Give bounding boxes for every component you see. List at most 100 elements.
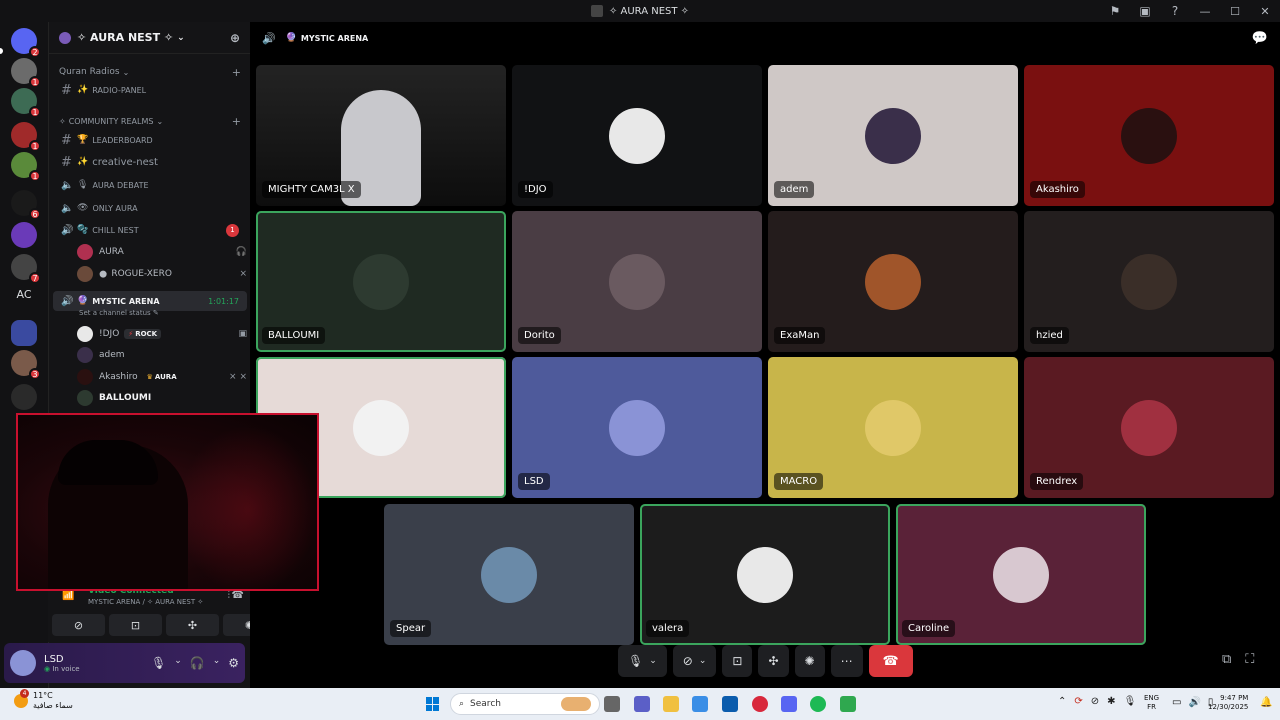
participant-tile[interactable]: ExaMan <box>768 211 1018 352</box>
server-icon[interactable]: 1 <box>11 58 41 88</box>
app-icon[interactable] <box>840 696 856 712</box>
participant-tile[interactable]: Akashiro <box>1024 65 1274 206</box>
disconnect-button[interactable]: ☎ <box>868 645 913 677</box>
more-options-button[interactable]: ⋯ <box>830 645 863 677</box>
tray-app-icon[interactable]: ⟳ <box>1074 696 1082 707</box>
teams-icon[interactable] <box>634 696 650 712</box>
server-icon[interactable]: 1 <box>11 152 41 182</box>
server-icon[interactable]: 6 <box>11 190 41 220</box>
input-language[interactable]: ENG FR <box>1144 694 1159 712</box>
camera-toggle[interactable]: ⊘ ⌄ <box>672 645 717 677</box>
close-button[interactable]: ✕ <box>1250 0 1280 22</box>
channel-aura-debate[interactable]: 🔈 🎙 AURA DEBATE <box>53 175 247 195</box>
participant-tile[interactable]: LSD <box>512 357 762 498</box>
start-button[interactable] <box>426 697 440 711</box>
participant-tile[interactable]: valera <box>640 504 890 645</box>
voice-user[interactable]: Akashiro ♛ AURA ⨯ ⨯ <box>77 367 247 387</box>
channel-radio-panel[interactable]: # ✨ RADIO-PANEL <box>53 80 247 100</box>
participant-name: hzied <box>1030 327 1069 344</box>
voice-user[interactable]: !DJO ⚡ ROCK ▣ <box>77 324 247 344</box>
task-view-icon[interactable] <box>604 696 620 712</box>
copilot-icon[interactable] <box>692 696 708 712</box>
category-community-realms[interactable]: ✧ COMMUNITY REALMS ⌄ + <box>49 114 251 128</box>
activities-button[interactable]: ✣ <box>166 614 219 636</box>
weather-widget[interactable]: 4 11°C سماء صافية <box>14 689 73 711</box>
participant-tile[interactable]: MACRO <box>768 357 1018 498</box>
participant-tile[interactable]: adem <box>768 65 1018 206</box>
server-acronym[interactable]: AC <box>11 288 37 308</box>
tray-app-icon[interactable]: ⊘ <box>1091 696 1099 707</box>
channel-mystic-arena[interactable]: 🔊 🔮 MYSTIC ARENA 1:01:17 <box>53 291 247 311</box>
avatar[interactable] <box>10 650 36 676</box>
taskbar-search[interactable]: ⌕ Search <box>450 693 600 715</box>
participant-name-label: ExaMan <box>780 330 820 341</box>
maximize-button[interactable]: ☐ <box>1220 0 1250 22</box>
voice-user[interactable]: adem <box>77 345 247 365</box>
add-channel-icon[interactable]: + <box>232 115 241 128</box>
volume-icon: 🔊 <box>1188 697 1201 708</box>
chat-bubble-icon[interactable]: 💬 <box>1252 31 1268 46</box>
voice-user[interactable]: 🌑 ROGUE-XERO ⨯ <box>77 264 247 284</box>
camera-off-button[interactable]: ⊘ <box>52 614 105 636</box>
channel-leaderboard[interactable]: # 🏆 LEADERBOARD <box>53 130 247 150</box>
chevron-down-icon[interactable]: ⌄ <box>174 656 182 670</box>
participant-tile[interactable]: Spear <box>384 504 634 645</box>
participant-tile[interactable]: Dorito <box>512 211 762 352</box>
participant-tile[interactable]: Caroline <box>896 504 1146 645</box>
minimize-button[interactable]: — <box>1190 0 1220 22</box>
avatar <box>77 326 93 342</box>
participant-tile[interactable]: MIGHTY CAM3L X <box>256 65 506 206</box>
add-channel-icon[interactable]: + <box>232 66 241 79</box>
invite-people-icon[interactable]: ⊕ <box>230 31 240 45</box>
voice-user-name: AURA <box>99 247 124 257</box>
server-icon-discord[interactable]: 2 <box>11 28 41 58</box>
clock[interactable]: 9:47 PM 12/30/2025 <box>1208 694 1248 712</box>
discord-taskbar-icon[interactable] <box>781 696 797 712</box>
disconnect-icon[interactable]: ☎ <box>232 590 244 601</box>
channel-creative-nest[interactable]: # ✨ creative-nest <box>53 152 247 172</box>
server-icon[interactable]: 1 <box>11 88 41 118</box>
server-header[interactable]: ✧ AURA NEST ✧ ⌄ ⊕ <box>49 22 250 54</box>
participant-tile[interactable]: !DJO <box>512 65 762 206</box>
chevron-down-icon[interactable]: ⌄ <box>213 656 221 670</box>
notification-bell-icon[interactable]: 🔔 <box>1260 697 1272 708</box>
activities-button[interactable]: ✣ <box>758 645 789 677</box>
opera-icon[interactable] <box>752 696 768 712</box>
server-icon[interactable]: 7 <box>11 254 41 284</box>
file-explorer-icon[interactable] <box>663 696 679 712</box>
server-icon[interactable]: 1 <box>11 122 41 152</box>
help-icon[interactable]: ? <box>1160 0 1190 22</box>
inbox-icon[interactable]: ⚑ <box>1100 0 1130 22</box>
microphone-toggle[interactable]: 🎙 ⌄ <box>618 645 667 677</box>
spotify-icon[interactable] <box>810 696 826 712</box>
channel-chill-nest[interactable]: 🔊 🫧 CHILL NEST 1 <box>53 220 247 240</box>
folder-icon[interactable] <box>11 320 37 346</box>
soundboard-button[interactable]: ✺ <box>794 645 825 677</box>
screen-icon[interactable]: ▣ <box>1130 0 1160 22</box>
fullscreen-icon[interactable]: ⛶ <box>1245 652 1254 667</box>
channel-status-prompt[interactable]: Set a channel status ✎ <box>79 309 159 317</box>
deafened-icon: 🎧 <box>235 247 247 257</box>
noise-suppression-icon[interactable]: ⫶ <box>228 590 231 601</box>
server-icon[interactable]: 3 <box>11 350 41 380</box>
server-icon[interactable] <box>11 222 37 248</box>
microphone-icon[interactable]: 🎙 <box>1124 696 1137 707</box>
voice-user[interactable]: AURA 🎧 <box>77 242 247 262</box>
participant-tile[interactable]: hzied <box>1024 211 1274 352</box>
participant-tile[interactable]: BALLOUMI <box>256 211 506 352</box>
participant-tile[interactable]: Rendrex <box>1024 357 1274 498</box>
category-quran-radios[interactable]: Quran Radios ⌄ + <box>49 65 251 79</box>
settings-gear-icon[interactable]: ⚙ <box>228 656 239 670</box>
voice-user[interactable]: BALLOUMI <box>77 388 247 408</box>
server-icon[interactable] <box>11 384 37 410</box>
screen-share-button[interactable]: ⊡ <box>722 645 753 677</box>
chevron-up-icon[interactable]: ⌃ <box>1058 696 1066 707</box>
voice-location[interactable]: MYSTIC ARENA / ✧ AURA NEST ✧ <box>88 598 203 606</box>
bluetooth-icon[interactable]: ✱ <box>1107 696 1115 707</box>
screen-share-button[interactable]: ⊡ <box>109 614 162 636</box>
store-icon[interactable] <box>722 696 738 712</box>
pop-out-icon[interactable]: ⧉ <box>1222 652 1231 667</box>
channel-only-aura[interactable]: 🔈 👁 ONLY AURA <box>53 198 247 218</box>
microphone-icon[interactable]: 🎙 <box>151 656 166 670</box>
headphones-icon[interactable]: 🎧 <box>190 656 205 670</box>
